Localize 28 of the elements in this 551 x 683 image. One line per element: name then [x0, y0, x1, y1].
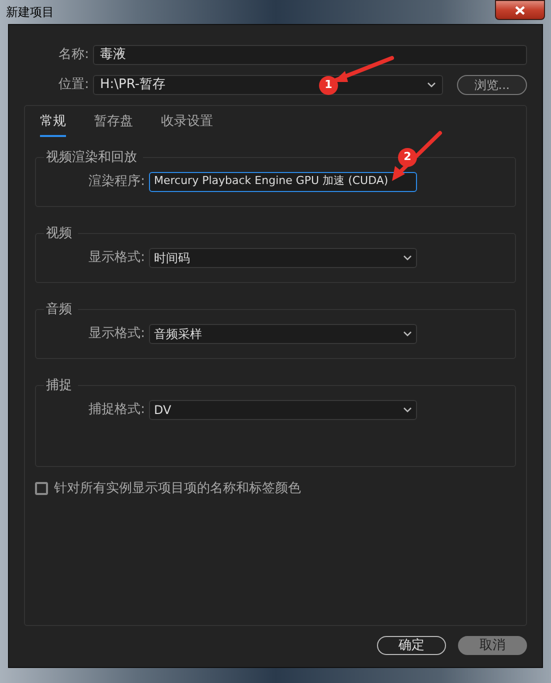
- dropdown[interactable]: 音频采样: [149, 324, 417, 344]
- browse-button[interactable]: 浏览...: [457, 75, 527, 95]
- tab[interactable]: 暂存盘: [94, 112, 133, 136]
- arrow-annotation: [333, 56, 394, 82]
- caret-icon: [427, 82, 436, 88]
- field-label: 位置:: [58, 76, 89, 94]
- arrow-annotation: [392, 131, 442, 181]
- ok-button[interactable]: 确定: [377, 636, 446, 655]
- name-field[interactable]: 毒液: [93, 45, 527, 65]
- field-label: 显示格式:: [88, 324, 146, 343]
- field-label: 显示格式:: [88, 248, 146, 267]
- caret-icon: [403, 254, 412, 260]
- checkbox-label: 针对所有实例显示项目项的名称和标签颜色: [54, 480, 301, 498]
- field-label: 渲染程序:: [88, 172, 146, 191]
- cancel-button[interactable]: 取消: [458, 636, 527, 655]
- close-button[interactable]: [495, 0, 545, 20]
- checkbox[interactable]: [35, 482, 48, 495]
- dropdown[interactable]: DV: [149, 400, 417, 420]
- caret-icon: [403, 330, 412, 336]
- field-label: 名称:: [58, 46, 89, 64]
- caret-icon: [403, 406, 412, 412]
- window-title: 新建项目: [6, 4, 54, 21]
- tab[interactable]: 收录设置: [161, 112, 213, 136]
- field-label: 捕捉格式:: [88, 400, 146, 418]
- close-icon: [515, 6, 525, 14]
- tab[interactable]: 常规: [40, 112, 66, 136]
- dropdown[interactable]: Mercury Playback Engine GPU 加速 (CUDA): [149, 172, 417, 192]
- dropdown[interactable]: 时间码: [149, 248, 417, 268]
